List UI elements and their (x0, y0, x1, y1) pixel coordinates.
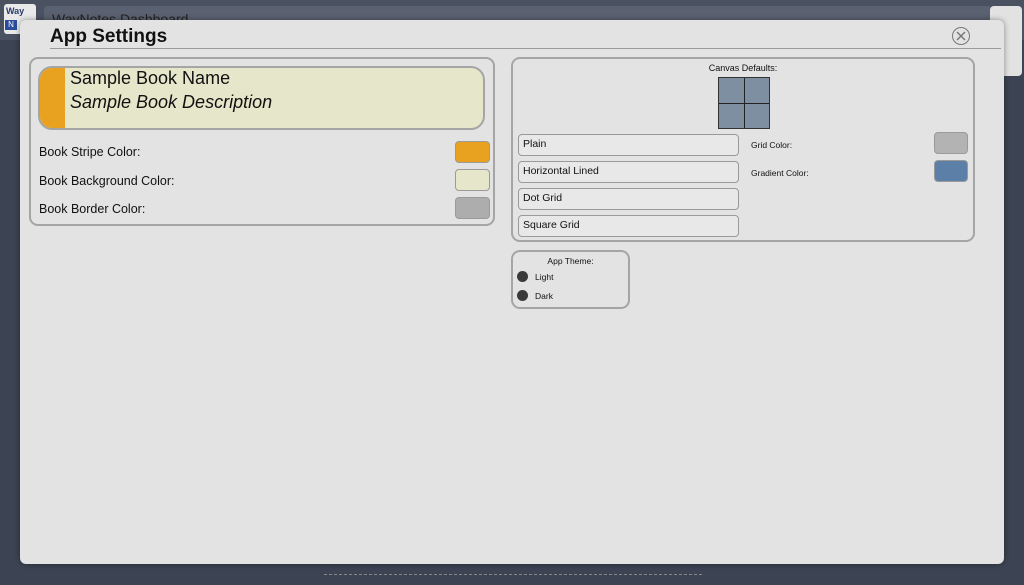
canvas-defaults-panel: Canvas Defaults: Plain Horizontal Lined … (511, 57, 975, 242)
book-description: Sample Book Description (70, 92, 273, 112)
book-stripe-color-swatch[interactable] (455, 141, 490, 163)
book-preview: Sample Book Name Sample Book Description (38, 66, 485, 130)
book-border-color-label: Book Border Color: (39, 202, 146, 216)
book-settings-panel: Sample Book Name Sample Book Description… (29, 57, 495, 226)
theme-light-radio[interactable] (517, 271, 528, 282)
book-border-color-swatch[interactable] (455, 197, 490, 219)
book-background-color-swatch[interactable] (455, 169, 490, 191)
app-logo-text: Way (6, 6, 25, 16)
title-divider (50, 48, 1001, 49)
canvas-option-plain[interactable]: Plain (518, 134, 739, 156)
close-icon (956, 31, 966, 41)
grid-color-swatch[interactable] (934, 132, 968, 154)
app-theme-title: App Theme: (547, 256, 594, 266)
book-stripe (40, 68, 65, 128)
canvas-preview (718, 77, 770, 129)
background-bottom-area (324, 564, 702, 575)
theme-dark-label[interactable]: Dark (535, 291, 553, 301)
gradient-color-label: Gradient Color: (751, 168, 809, 178)
book-background-color-label: Book Background Color: (39, 174, 175, 188)
book-name: Sample Book Name (70, 68, 231, 88)
book-stripe-color-label: Book Stripe Color: (39, 145, 141, 159)
app-logo-badge: N (5, 20, 17, 30)
canvas-option-square-grid[interactable]: Square Grid (518, 215, 739, 237)
grid-color-label: Grid Color: (751, 140, 793, 150)
preview-grid-line-horizontal (719, 103, 769, 104)
close-button[interactable] (952, 27, 970, 45)
canvas-defaults-title: Canvas Defaults: (708, 63, 778, 73)
canvas-option-horizontal-lined[interactable]: Horizontal Lined (518, 161, 739, 183)
app-settings-dialog: App Settings Sample Book Name Sample Boo… (20, 20, 1004, 564)
canvas-option-dot-grid[interactable]: Dot Grid (518, 188, 739, 210)
theme-dark-radio[interactable] (517, 290, 528, 301)
theme-light-label[interactable]: Light (535, 272, 553, 282)
dialog-title: App Settings (50, 26, 168, 47)
gradient-color-swatch[interactable] (934, 160, 968, 182)
app-theme-panel: App Theme: Light Dark (511, 250, 630, 309)
